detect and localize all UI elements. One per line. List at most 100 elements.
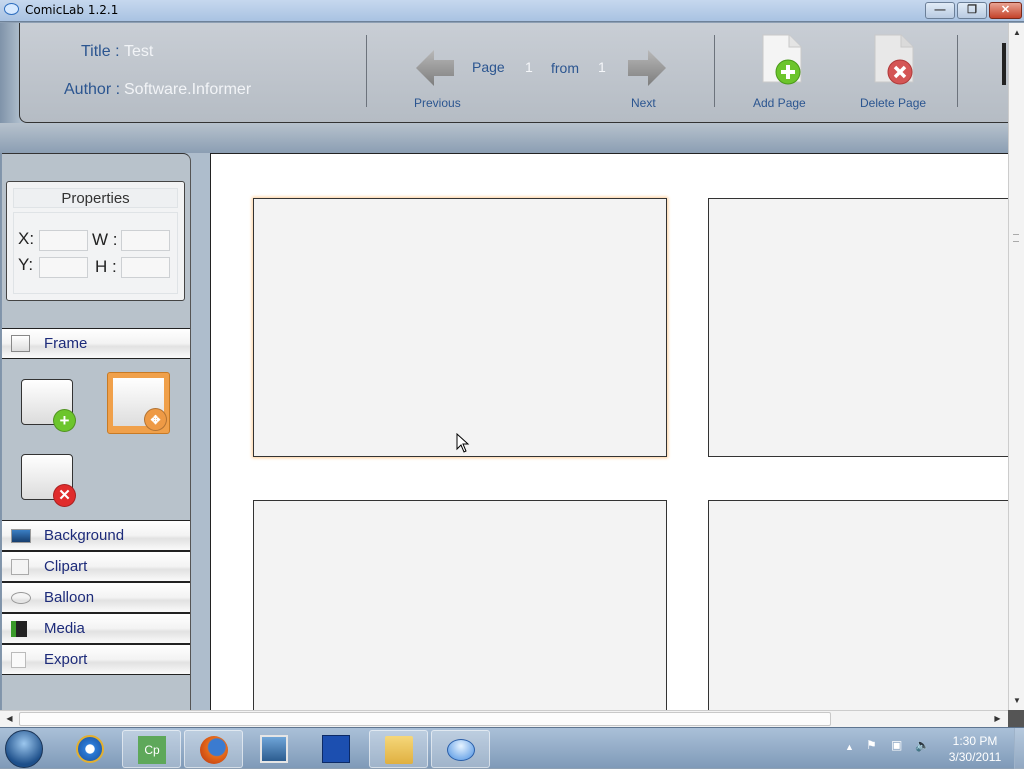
taskbar-internet-explorer[interactable] — [61, 730, 120, 768]
show-desktop-button[interactable] — [1014, 728, 1024, 769]
page-label: Page — [472, 59, 505, 75]
title-value[interactable]: Test — [124, 43, 153, 61]
clipart-icon — [11, 559, 29, 575]
firefox-icon — [200, 736, 228, 764]
maximize-button[interactable]: ❐ — [957, 2, 987, 19]
media-icon — [11, 621, 27, 637]
sidebar-section-clipart[interactable]: Clipart — [2, 551, 190, 582]
taskbar-firefox[interactable] — [184, 730, 243, 768]
comic-panel-4[interactable] — [708, 500, 1008, 710]
horizontal-scrollbar[interactable]: ◀ ▶ — [0, 710, 1008, 727]
system-clock[interactable]: 1:30 PM 3/30/2011 — [935, 733, 1015, 765]
comic-panel-3[interactable] — [253, 500, 667, 710]
author-label: Author : — [64, 81, 121, 98]
start-button[interactable] — [5, 730, 43, 768]
frame-icon — [11, 335, 30, 352]
scroll-down-icon[interactable]: ▼ — [1010, 693, 1024, 708]
taskbar-comiclab[interactable] — [431, 730, 490, 768]
minimize-icon: — — [934, 4, 946, 16]
header-separator-strip — [0, 123, 1008, 153]
h-label: H : — [95, 257, 117, 276]
previous-button[interactable]: Previous — [414, 96, 461, 110]
y-input[interactable] — [39, 257, 88, 278]
toolbar-divider — [957, 35, 958, 107]
restore-icon: ❐ — [967, 4, 977, 16]
close-icon: ✕ — [1000, 4, 1011, 16]
comic-page-canvas[interactable] — [210, 153, 1008, 710]
top-toolbar: Title : Test Author : Software.Informer … — [19, 23, 1009, 123]
x-input[interactable] — [39, 230, 88, 251]
w-input[interactable] — [121, 230, 170, 251]
sidebar-section-balloon[interactable]: Balloon — [2, 582, 190, 613]
add-page-button[interactable]: Add Page — [753, 96, 806, 110]
delete-page-icon[interactable] — [873, 34, 915, 86]
add-frame-icon: + — [53, 409, 76, 432]
comiclab-app-icon — [4, 3, 19, 15]
toolbar-divider — [366, 35, 367, 107]
toolbar-overflow-marker — [1002, 43, 1006, 85]
taskbar-windows-explorer[interactable] — [369, 730, 428, 768]
add-page-icon[interactable] — [761, 34, 803, 86]
volume-icon[interactable]: 🔈 — [915, 738, 930, 752]
properties-panel: Properties X: W : Y: H : — [6, 181, 185, 301]
properties-header: Properties — [13, 188, 178, 208]
from-label: from — [551, 60, 579, 76]
total-pages-number: 1 — [598, 59, 606, 75]
sidebar-section-label: Clipart — [44, 558, 88, 575]
taskbar-photo-gallery[interactable] — [245, 730, 304, 768]
comic-panel-1[interactable] — [253, 198, 667, 457]
balloon-icon — [11, 592, 31, 604]
taskbar-comiclab-setup[interactable]: Cp — [122, 730, 181, 768]
sidebar-section-frame[interactable]: Frame — [2, 328, 190, 359]
toolbar-divider — [714, 35, 715, 107]
w-label: W : — [92, 230, 118, 249]
minimize-button[interactable]: — — [925, 2, 955, 19]
sidebar-section-label: Balloon — [44, 589, 95, 606]
tray-expand-icon[interactable]: ▲ — [845, 742, 854, 752]
y-label: Y: — [18, 255, 34, 274]
h-input[interactable] — [121, 257, 170, 278]
properties-body: X: W : Y: H : — [13, 212, 178, 294]
taskbar: Cp ▲ ⚑ ▣ 🔈 1:30 PM 3/30/2011 — [0, 727, 1024, 769]
scroll-corner — [1008, 710, 1024, 727]
comiclab-balloon-icon — [447, 739, 475, 761]
export-icon — [11, 652, 26, 668]
window-title: ComicLab 1.2.1 — [25, 3, 119, 17]
vertical-scrollbar[interactable]: ▲ ▼ — [1008, 23, 1024, 710]
folder-icon — [385, 736, 413, 764]
current-page-number: 1 — [525, 59, 533, 75]
delete-page-button[interactable]: Delete Page — [860, 96, 926, 110]
sidebar-section-label: Export — [44, 651, 88, 668]
network-icon[interactable]: ▣ — [891, 738, 902, 752]
x-label: X: — [18, 229, 35, 248]
scroll-left-icon[interactable]: ◀ — [2, 712, 17, 726]
sidebar-section-background[interactable]: Background — [2, 520, 190, 551]
window-titlebar: ComicLab 1.2.1 — ❐ ✕ — [0, 0, 1024, 22]
author-value[interactable]: Software.Informer — [124, 81, 251, 99]
next-button[interactable]: Next — [631, 96, 656, 110]
move-frame-icon: ✥ — [144, 408, 167, 431]
sidebar-section-export[interactable]: Export — [2, 644, 190, 675]
clock-date: 3/30/2011 — [948, 750, 1002, 764]
scroll-up-icon[interactable]: ▲ — [1010, 25, 1024, 40]
floppy-disk-icon — [322, 735, 350, 763]
background-icon — [11, 529, 31, 543]
sidebar-section-label: Media — [44, 620, 85, 637]
comiclab-setup-icon: Cp — [138, 736, 166, 764]
sidebar-section-media[interactable]: Media — [2, 613, 190, 644]
action-center-flag-icon[interactable]: ⚑ — [866, 738, 877, 752]
title-label: Title : — [81, 43, 120, 60]
horizontal-scroll-thumb[interactable] — [19, 712, 831, 726]
internet-explorer-icon — [76, 735, 104, 763]
next-arrow-icon[interactable] — [626, 50, 666, 86]
photo-gallery-icon — [260, 735, 288, 763]
close-button[interactable]: ✕ — [989, 2, 1022, 19]
scroll-right-icon[interactable]: ▶ — [990, 712, 1005, 726]
clock-time: 1:30 PM — [952, 734, 998, 748]
comic-panel-2[interactable] — [708, 198, 1008, 457]
sidebar-section-label: Frame — [44, 335, 88, 352]
mouse-cursor-icon — [456, 433, 470, 453]
scroll-grip-icon[interactable] — [1013, 234, 1019, 242]
taskbar-save-disk[interactable] — [307, 730, 366, 768]
previous-arrow-icon[interactable] — [416, 50, 456, 86]
